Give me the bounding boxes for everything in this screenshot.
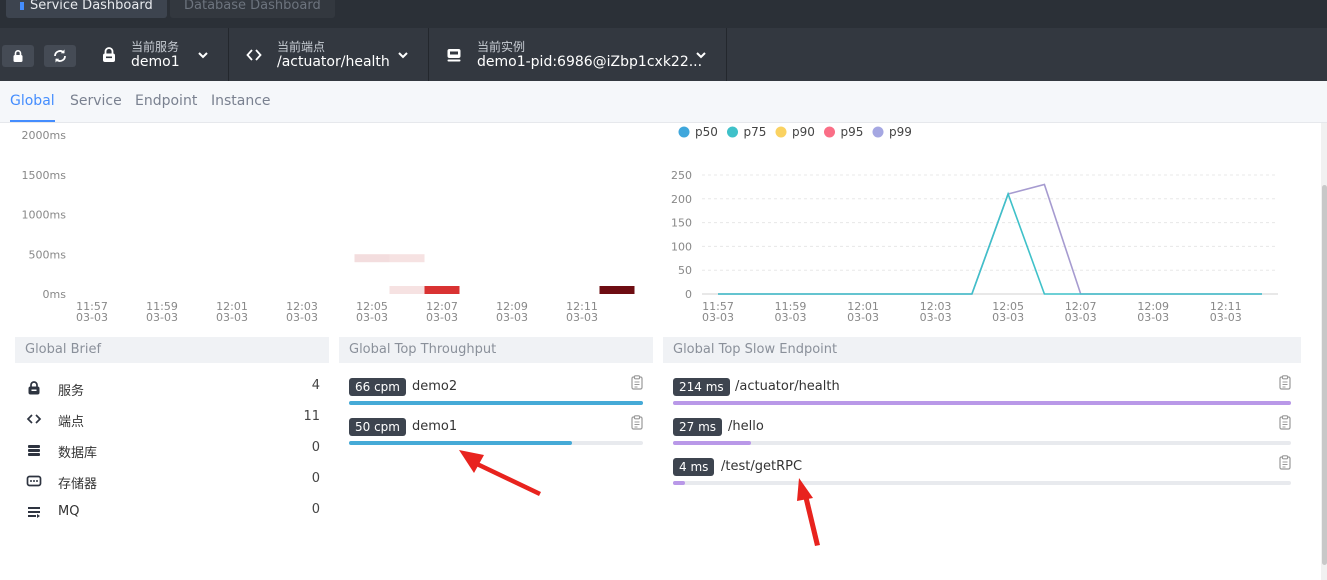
- annotation-arrow-shaft: [476, 462, 541, 496]
- annotation-arrow-shaft: [803, 495, 820, 546]
- annotation-arrow-head: [459, 450, 484, 473]
- annotation-arrows: [459, 450, 820, 546]
- annotation-arrow-head: [797, 478, 813, 501]
